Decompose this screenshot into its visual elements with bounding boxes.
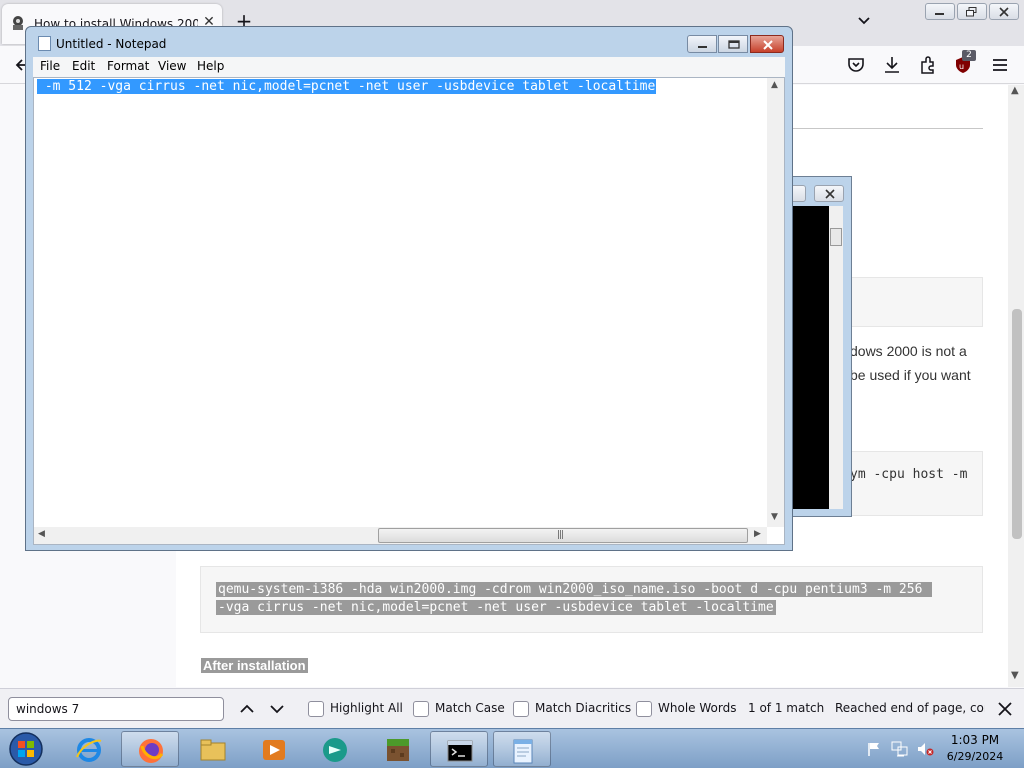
scroll-down-arrow-icon[interactable]: ▼	[1011, 670, 1019, 681]
scroll-up-arrow-icon[interactable]: ▲	[1011, 85, 1019, 96]
network-icon[interactable]	[891, 741, 909, 757]
code-block-qemu-command: qemu-system-i386 -hda win2000.img -cdrom…	[200, 566, 983, 633]
action-center-flag-icon[interactable]	[866, 741, 882, 757]
match-case-label[interactable]: Match Case	[435, 701, 505, 715]
folder-icon	[200, 739, 226, 761]
browser-restore-button[interactable]	[957, 3, 987, 20]
taskbar-command-prompt[interactable]	[430, 731, 488, 767]
menu-file[interactable]: File	[40, 59, 60, 73]
browser-minimize-button[interactable]	[925, 3, 955, 20]
menu-bar: File Edit Format View Help	[33, 57, 785, 77]
match-count-status: 1 of 1 match	[748, 701, 825, 715]
extensions-icon[interactable]	[918, 55, 938, 75]
command-prompt-window[interactable]	[785, 176, 852, 517]
cmd-close-button[interactable]	[814, 185, 844, 202]
close-icon	[825, 189, 835, 199]
notepad-minimize-button[interactable]	[687, 35, 717, 53]
find-wrap-notice: Reached end of page, continued from top	[835, 701, 985, 715]
taskbar-notepad[interactable]	[493, 731, 551, 767]
cmd-scrollbar[interactable]	[829, 206, 843, 509]
match-diacritics-checkbox[interactable]	[513, 701, 529, 717]
find-in-page-bar: Highlight All Match Case Match Diacritic…	[0, 688, 1024, 728]
taskbar-internet-explorer[interactable]	[60, 731, 118, 767]
article-paragraph-line: dows 2000 is not a	[850, 343, 967, 359]
horizontal-scroll-thumb[interactable]: |||	[378, 528, 748, 543]
whole-words-label[interactable]: Whole Words	[658, 701, 736, 715]
teal-circle-app-icon	[323, 738, 347, 762]
match-case-checkbox[interactable]	[413, 701, 429, 717]
menu-hamburger-icon[interactable]	[990, 55, 1010, 75]
menu-help[interactable]: Help	[197, 59, 224, 73]
ublock-badge: 2	[962, 50, 976, 61]
code-line: -vga cirrus -net nic,model=pcnet -net us…	[216, 600, 776, 615]
cmd-scroll-thumb[interactable]	[830, 228, 842, 246]
list-all-tabs-icon[interactable]	[855, 12, 873, 30]
taskbar-app-circle[interactable]	[306, 731, 364, 767]
notepad-icon	[38, 36, 51, 51]
maximize-icon	[728, 40, 740, 49]
page-scroll-thumb[interactable]	[1012, 309, 1022, 539]
media-player-icon	[263, 740, 285, 760]
scroll-left-arrow-icon[interactable]: ◀	[38, 529, 45, 539]
close-icon	[999, 7, 1009, 17]
notepad-maximize-button[interactable]	[718, 35, 748, 53]
find-next-chevron-down-icon[interactable]	[266, 699, 288, 719]
section-heading: After installation	[201, 658, 308, 673]
match-diacritics-label[interactable]: Match Diacritics	[535, 701, 631, 715]
find-input[interactable]	[8, 697, 224, 721]
taskbar-file-explorer[interactable]	[184, 731, 242, 767]
notepad-icon	[513, 739, 533, 764]
close-findbar-icon[interactable]	[995, 699, 1015, 719]
article-paragraph-line: be used if you want	[850, 367, 971, 383]
minimize-icon	[935, 13, 944, 15]
windows-start-orb-icon[interactable]	[4, 730, 48, 768]
command-prompt-icon	[447, 740, 473, 762]
scroll-up-arrow-icon[interactable]: ▲	[771, 80, 778, 90]
taskbar-firefox[interactable]	[121, 731, 179, 767]
highlight-all-checkbox[interactable]	[308, 701, 324, 717]
scroll-down-arrow-icon[interactable]: ▼	[771, 512, 778, 522]
vertical-scrollbar[interactable]: ▲ ▼	[767, 78, 784, 527]
text-editor-area[interactable]: -m 512 -vga cirrus -net nic,model=pcnet …	[33, 77, 785, 545]
horizontal-scrollbar[interactable]: ◀ ||| ▶	[34, 527, 767, 544]
window-title: Untitled - Notepad	[56, 37, 167, 51]
restore-icon	[966, 7, 977, 17]
volume-muted-icon[interactable]	[916, 741, 934, 757]
selected-text[interactable]: -m 512 -vga cirrus -net nic,model=pcnet …	[37, 79, 657, 94]
scroll-grip: |||	[557, 530, 564, 540]
taskbar-media-player[interactable]	[245, 731, 303, 767]
close-icon	[763, 40, 773, 50]
browser-close-button[interactable]	[989, 3, 1019, 20]
site-favicon-icon	[13, 16, 23, 30]
highlight-all-label[interactable]: Highlight All	[330, 701, 403, 715]
firefox-icon	[139, 739, 164, 763]
clock-date[interactable]: 6/29/2024	[940, 750, 1010, 763]
code-line: qemu-system-i386 -hda win2000.img -cdrom…	[216, 582, 933, 597]
notepad-window[interactable]: Untitled - Notepad File Edit Format View…	[25, 26, 793, 551]
svg-text:u: u	[959, 62, 964, 71]
find-previous-chevron-up-icon[interactable]	[236, 699, 258, 719]
page-scrollbar[interactable]: ▲ ▼	[1008, 85, 1024, 687]
taskbar: 1:03 PM 6/29/2024	[0, 728, 1024, 768]
taskbar-minecraft[interactable]	[369, 731, 427, 767]
menu-view[interactable]: View	[158, 59, 186, 73]
pocket-icon[interactable]	[846, 55, 866, 75]
internet-explorer-icon	[76, 738, 102, 762]
scroll-right-arrow-icon[interactable]: ▶	[754, 529, 761, 539]
code-fragment: ym -cpu host -m	[850, 467, 968, 482]
minimize-icon	[698, 46, 707, 48]
whole-words-checkbox[interactable]	[636, 701, 652, 717]
cmd-console-area[interactable]	[793, 206, 829, 509]
notepad-close-button[interactable]	[750, 35, 784, 53]
clock-time[interactable]: 1:03 PM	[940, 733, 1010, 747]
grass-block-icon	[387, 739, 409, 761]
menu-format[interactable]: Format	[107, 59, 149, 73]
downloads-icon[interactable]	[882, 55, 902, 75]
menu-edit[interactable]: Edit	[72, 59, 95, 73]
